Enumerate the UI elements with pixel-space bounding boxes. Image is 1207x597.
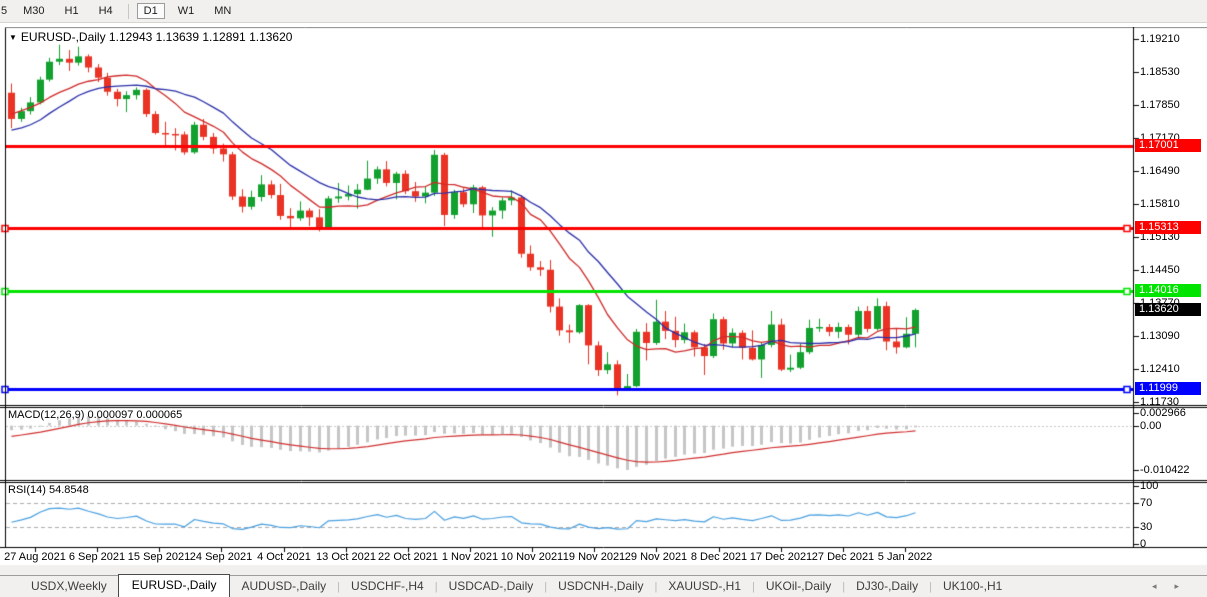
tab-scroll-left-icon[interactable]: ◂ <box>1152 581 1175 591</box>
price-axis-tick-label: 1.17850 <box>1140 99 1180 111</box>
rsi-indicator-label: RSI(14) 54.8548 <box>8 484 89 496</box>
date-axis-label: 5 Jan 2022 <box>877 551 933 563</box>
hline-price-chip: 1.17001 <box>1135 139 1201 152</box>
timeframe-button-mn[interactable]: MN <box>207 3 238 19</box>
chart-tab-dj30-daily[interactable]: DJ30-,Daily <box>845 576 929 597</box>
hline-price-chip: 1.14016 <box>1135 284 1201 297</box>
hline-price-chip: 1.15313 <box>1135 221 1201 234</box>
rsi-axis-level-label: 30 <box>1140 521 1153 533</box>
price-axis-tick-label: 1.18530 <box>1140 66 1180 78</box>
macd-indicator-label: MACD(12,26,9) 0.000097 0.000065 <box>8 409 183 421</box>
chart-tab-usdcad-daily[interactable]: USDCAD-,Daily <box>438 576 545 597</box>
macd-axis-zero-label: 0.00 <box>1140 420 1162 432</box>
price-axis-tick-label: 1.14450 <box>1140 264 1180 276</box>
toolbar-separator <box>127 3 129 19</box>
timeframe-toolbar: 5 M30 H1 H4 D1 W1 MN <box>0 0 1207 23</box>
price-axis-tick-label: 1.19210 <box>1140 33 1180 45</box>
rsi-axis-level-label: 100 <box>1140 480 1159 492</box>
chart-tab-ukoil-daily[interactable]: UKOil-,Daily <box>755 576 842 597</box>
chart-tab-xauusd-h1[interactable]: XAUUSD-,H1 <box>657 576 752 597</box>
chart-tab-usdcnh-daily[interactable]: USDCNH-,Daily <box>547 576 654 597</box>
tab-scroll-arrows: ◂▸ <box>1152 581 1197 592</box>
chart-title-text: EURUSD-,Daily 1.12943 1.13639 1.12891 1.… <box>20 30 293 44</box>
current-price-chip: 1.13620 <box>1135 303 1201 316</box>
price-axis-tick-label: 1.16490 <box>1140 165 1180 177</box>
timeframe-button-d1[interactable]: D1 <box>136 3 165 19</box>
rsi-axis-level-label: 0 <box>1140 538 1147 550</box>
timeframe-button-h1[interactable]: H1 <box>58 3 86 19</box>
price-axis-tick-label: 1.15810 <box>1140 198 1180 210</box>
rsi-axis-level-label: 70 <box>1140 497 1153 509</box>
timeframe-button-h4[interactable]: H4 <box>92 3 120 19</box>
price-chart-canvas[interactable] <box>0 27 1207 575</box>
timeframe-button-5[interactable]: 5 <box>0 3 10 19</box>
chart-tab-uk100-h1[interactable]: UK100-,H1 <box>932 576 1013 597</box>
chart-title: ▼ EURUSD-,Daily 1.12943 1.13639 1.12891 1… <box>9 31 292 44</box>
chart-tab-audusd-daily[interactable]: AUDUSD-,Daily <box>230 576 337 597</box>
price-axis-tick-label: 1.12410 <box>1140 363 1180 375</box>
tab-scroll-right-icon[interactable]: ▸ <box>1174 581 1197 591</box>
timeframe-button-w1[interactable]: W1 <box>171 3 202 19</box>
chart-tab-bar: USDX,Weekly EURUSD-,Daily AUDUSD-,Daily | US… <box>0 574 1207 597</box>
macd-axis-min-label: -0.010422 <box>1140 464 1190 476</box>
chart-window: ▼ EURUSD-,Daily 1.12943 1.13639 1.12891 1… <box>0 27 1207 575</box>
macd-axis-max-label: 0.002966 <box>1140 407 1186 419</box>
timeframe-button-m30[interactable]: M30 <box>16 3 51 19</box>
hline-price-chip: 1.11999 <box>1135 382 1201 395</box>
chart-tab-usdx-weekly[interactable]: USDX,Weekly <box>20 576 118 597</box>
chart-tab-eurusd-daily[interactable]: EURUSD-,Daily <box>117 574 231 597</box>
price-axis-tick-label: 1.13090 <box>1140 330 1180 342</box>
chart-tab-usdchf-h4[interactable]: USDCHF-,H4 <box>340 576 435 597</box>
chart-dropdown-icon[interactable]: ▼ <box>9 33 17 42</box>
trading-terminal-window: 5 M30 H1 H4 D1 W1 MN ▼ EURUSD-,Daily 1.12943 1.… <box>0 0 1207 597</box>
